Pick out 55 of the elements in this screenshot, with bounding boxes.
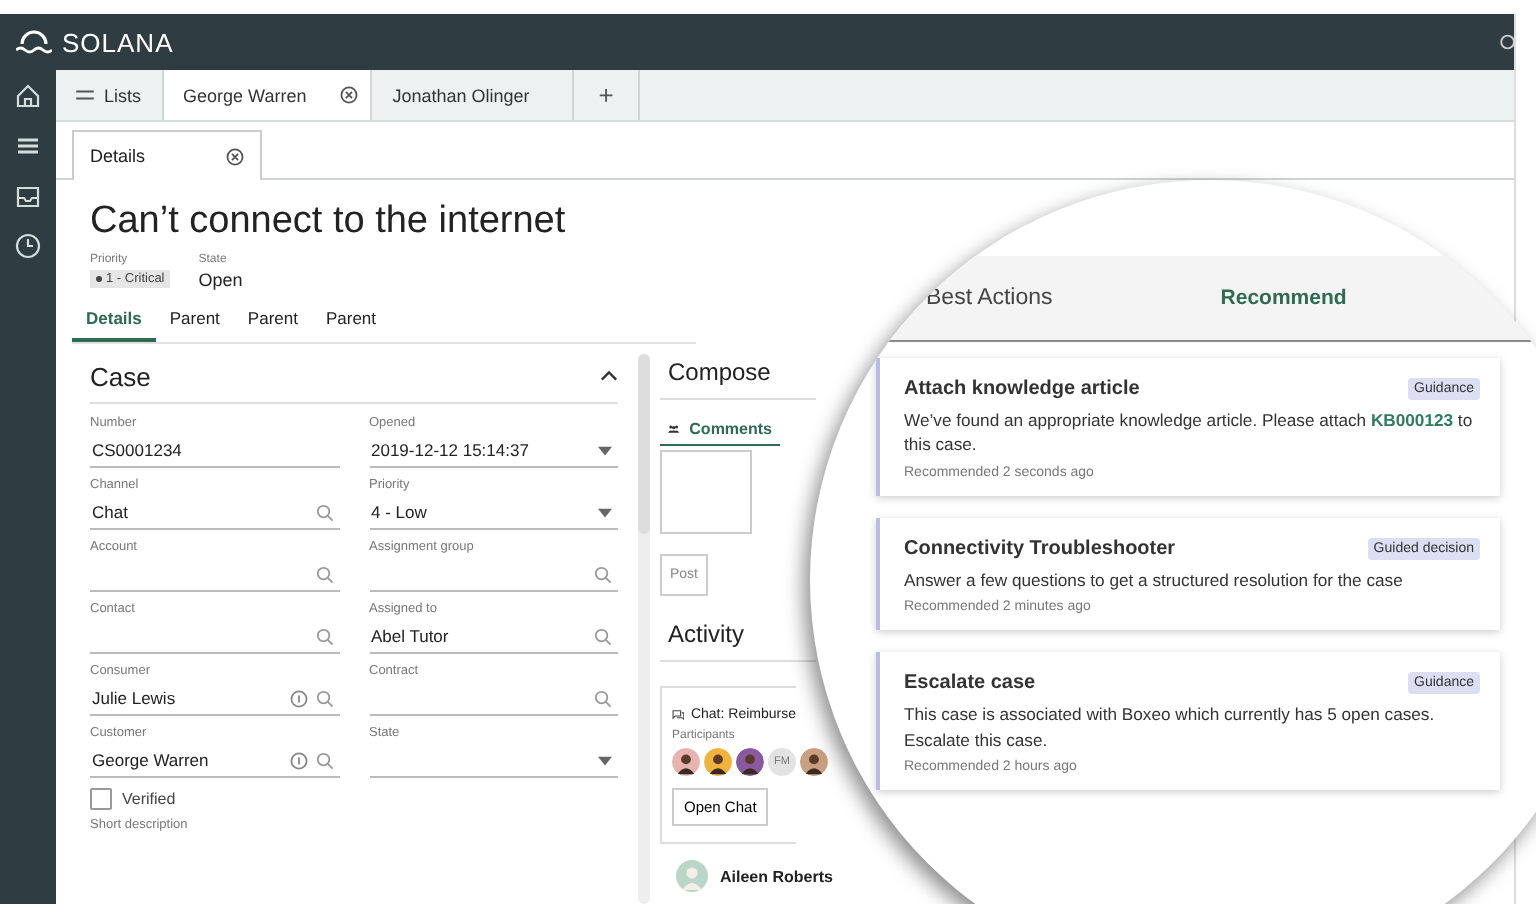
close-icon[interactable] xyxy=(225,147,244,165)
section-title: Case xyxy=(90,361,151,391)
comments-tab[interactable]: Comments xyxy=(660,400,780,446)
inbox-icon[interactable] xyxy=(14,182,42,210)
record-title: Can’t connect to the internet xyxy=(90,200,568,244)
home-icon[interactable] xyxy=(14,82,42,110)
input-field[interactable]: 2019-12-12 15:14:37 xyxy=(369,434,618,468)
app-name: SOLANA xyxy=(62,27,174,57)
avatar-icon xyxy=(704,748,732,776)
avatar-icon xyxy=(672,748,700,776)
collapse-caret-icon[interactable] xyxy=(600,370,618,382)
dropdown-caret-icon[interactable] xyxy=(598,755,612,765)
card-description: This case is associated with Boxeo which currently has 5 open cases. Escalate this case. xyxy=(904,702,1437,753)
clock-icon[interactable] xyxy=(14,232,42,260)
section-tab[interactable]: Parent xyxy=(311,302,391,342)
comment-field[interactable] xyxy=(660,450,752,534)
section-tab[interactable]: Parent xyxy=(155,302,234,342)
card-title: Attach knowledge article xyxy=(904,378,1140,400)
dropdown-caret-icon[interactable] xyxy=(598,445,612,455)
section-tab[interactable]: Details xyxy=(72,302,156,342)
input-field[interactable]: CS0001234 xyxy=(90,434,339,468)
avatar-icon xyxy=(676,860,708,892)
details-tab[interactable]: Details xyxy=(72,130,262,180)
input-field[interactable]: Julie Lewis xyxy=(90,682,339,716)
record-tab[interactable]: + xyxy=(574,70,640,120)
close-icon[interactable] xyxy=(340,86,359,104)
section-tab[interactable]: Parent xyxy=(233,302,312,342)
chat-bubbles-icon xyxy=(672,706,685,724)
wave-logo-icon xyxy=(16,30,52,54)
record-tab[interactable]: Jonathan Olinger xyxy=(372,70,575,120)
checkbox[interactable] xyxy=(90,788,112,810)
input-field[interactable]: 4 - Low xyxy=(369,496,618,530)
input-field[interactable]: George Warren xyxy=(90,744,339,778)
checkbox-label: Verified xyxy=(122,790,176,808)
section-title: Compose xyxy=(660,350,816,400)
dropdown-caret-icon[interactable] xyxy=(598,507,612,517)
info-icon[interactable] xyxy=(289,751,307,769)
card-title: Escalate case xyxy=(904,672,1036,695)
card-description: Answer a few questions to get a structured resolution for the case xyxy=(904,567,1405,593)
record-tab[interactable]: George Warren xyxy=(163,70,373,120)
avatar-icon xyxy=(736,748,764,776)
menu-icon xyxy=(76,88,94,102)
people-icon xyxy=(668,422,680,436)
input-field[interactable]: Chat xyxy=(90,496,339,530)
card-description: We’ve found an appropriate knowledge article. Please attach KB000123 to this case. xyxy=(904,408,1475,458)
scrollbar[interactable] xyxy=(638,354,650,904)
article-link[interactable]: KB000123 xyxy=(1370,410,1454,430)
search-icon[interactable] xyxy=(1498,32,1514,52)
state-value: Open xyxy=(198,270,243,290)
input-field[interactable]: Abel Tutor xyxy=(369,620,618,654)
recommendations-link[interactable]: Recommend xyxy=(1220,286,1347,310)
avatar-icon xyxy=(800,748,828,776)
info-icon[interactable] xyxy=(289,689,307,707)
author-name: Aileen Roberts xyxy=(720,867,833,885)
card-title: Connectivity Troubleshooter xyxy=(904,537,1176,560)
